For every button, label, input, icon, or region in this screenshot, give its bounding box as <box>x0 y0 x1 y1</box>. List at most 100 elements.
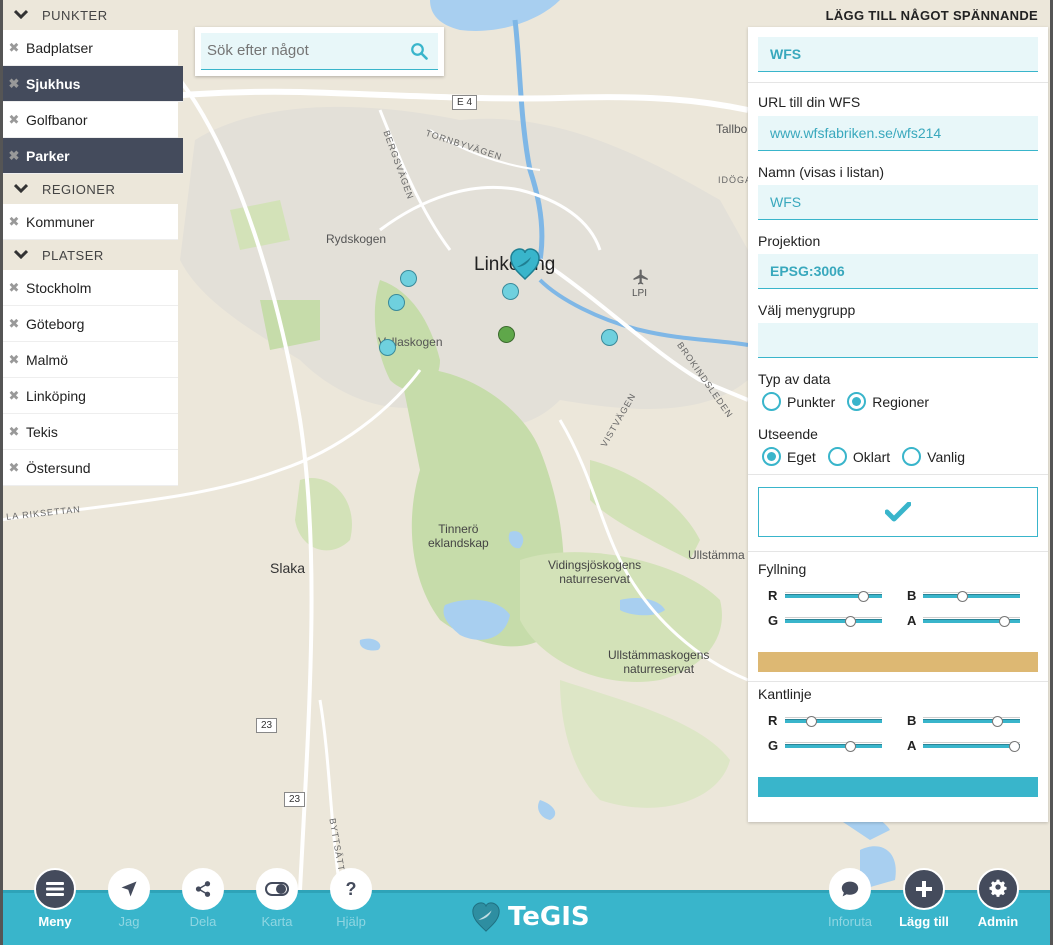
radio-label: Punkter <box>787 393 836 410</box>
map-marker[interactable] <box>388 294 405 311</box>
layer-item-badplatser[interactable]: ✖ Badplatser <box>0 30 178 66</box>
stroke-b-slider[interactable] <box>923 716 1020 727</box>
fill-a-knob[interactable] <box>999 616 1011 627</box>
admin-button[interactable]: Admin <box>963 868 1033 929</box>
remove-icon[interactable]: ✖ <box>2 388 26 404</box>
layer-item-parker[interactable]: ✖ Parker <box>0 138 183 174</box>
section-title: REGIONER <box>42 181 116 197</box>
fill-a-slider[interactable] <box>923 616 1020 627</box>
menu-button[interactable]: Meny <box>20 868 90 929</box>
section-header-regioner[interactable]: REGIONER <box>0 174 182 204</box>
layer-item-kommuner[interactable]: ✖ Kommuner <box>0 204 178 240</box>
name-field[interactable]: WFS <box>758 185 1038 220</box>
airport-icon <box>633 269 648 285</box>
section-header-punkter[interactable]: PUNKTER <box>0 0 182 30</box>
stroke-g-slider[interactable] <box>785 741 882 752</box>
my-location-button[interactable]: Jag <box>94 868 164 929</box>
place-item-linkoping[interactable]: ✖ Linköping <box>0 378 178 414</box>
place-label: Göteborg <box>26 315 85 332</box>
fill-g-slider[interactable] <box>785 616 882 627</box>
confirm-button[interactable] <box>758 487 1038 537</box>
layer-type-field[interactable]: WFS <box>758 37 1038 72</box>
location-heart-icon[interactable] <box>509 247 541 281</box>
bottom-toolbar: Meny Jag Dela Karta ? Hjälp TeGIS Inforu… <box>0 868 1053 945</box>
button-label: Dela <box>189 914 217 929</box>
projection-field[interactable]: EPSG:3006 <box>758 254 1038 289</box>
stroke-b-knob[interactable] <box>991 716 1003 727</box>
section-title: PUNKTER <box>42 7 108 23</box>
menugroup-field[interactable] <box>758 323 1038 358</box>
map-marker[interactable] <box>502 283 519 300</box>
place-label: Malmö <box>26 351 69 368</box>
datatype-radio-group: Punkter Regioner <box>762 392 941 411</box>
place-item-ostersund[interactable]: ✖ Östersund <box>0 450 178 486</box>
stroke-r-knob[interactable] <box>806 716 818 727</box>
map-toggle-button[interactable]: Karta <box>242 868 312 929</box>
place-item-malmo[interactable]: ✖ Malmö <box>0 342 178 378</box>
place-item-goteborg[interactable]: ✖ Göteborg <box>0 306 178 342</box>
layer-item-golfbanor[interactable]: ✖ Golfbanor <box>0 102 178 138</box>
radio-label: Vanlig <box>927 448 966 465</box>
button-label: Admin <box>977 914 1019 929</box>
add-button[interactable]: Lägg till <box>889 868 959 929</box>
stroke-color-preview <box>758 777 1038 797</box>
radio-punkter[interactable] <box>762 392 781 411</box>
remove-icon[interactable]: ✖ <box>2 112 26 128</box>
share-icon <box>195 881 211 897</box>
search-icon[interactable] <box>410 42 428 60</box>
fill-r-slider[interactable] <box>785 591 882 602</box>
radio-eget[interactable] <box>762 447 781 466</box>
place-label: Tekis <box>26 423 58 440</box>
fill-b-knob[interactable] <box>956 591 968 602</box>
section-header-platser[interactable]: PLATSER <box>0 240 182 270</box>
fill-g-label: G <box>768 613 779 628</box>
radio-vanlig[interactable] <box>902 447 922 466</box>
map-marker[interactable] <box>379 339 396 356</box>
stroke-r-label: R <box>768 713 778 728</box>
layer-label: Badplatser <box>26 39 93 56</box>
road-shield-23: 23 <box>284 792 306 807</box>
place-label: Östersund <box>26 459 91 476</box>
speech-bubble-icon <box>841 881 859 897</box>
appearance-radio-group: Eget Oklart Vanlig <box>762 447 977 466</box>
place-item-stockholm[interactable]: ✖ Stockholm <box>0 270 178 306</box>
layer-item-sjukhus[interactable]: ✖ Sjukhus <box>0 66 183 102</box>
remove-icon[interactable]: ✖ <box>2 280 26 296</box>
place-item-tekis[interactable]: ✖ Tekis <box>0 414 178 450</box>
radio-oklart[interactable] <box>827 447 847 466</box>
radio-regioner[interactable] <box>847 392 867 411</box>
stroke-r-slider[interactable] <box>785 716 882 727</box>
stroke-a-knob[interactable] <box>1009 741 1021 752</box>
map-marker[interactable] <box>601 329 618 346</box>
stroke-g-knob[interactable] <box>844 741 856 752</box>
button-label: Inforuta <box>827 914 873 929</box>
help-button[interactable]: ? Hjälp <box>316 868 386 929</box>
remove-icon[interactable]: ✖ <box>2 148 26 164</box>
remove-icon[interactable]: ✖ <box>2 76 26 92</box>
map-marker[interactable] <box>400 270 417 287</box>
location-arrow-icon <box>121 881 137 897</box>
radio-label: Regioner <box>872 393 930 410</box>
map-label-tallboda: Tallbo <box>716 122 748 136</box>
remove-icon[interactable]: ✖ <box>2 460 26 476</box>
search-input[interactable] <box>201 33 401 67</box>
fill-b-slider[interactable] <box>923 591 1020 602</box>
fill-r-knob[interactable] <box>857 591 869 602</box>
share-button[interactable]: Dela <box>168 868 238 929</box>
remove-icon[interactable]: ✖ <box>2 214 26 230</box>
stroke-a-label: A <box>907 738 917 753</box>
map-label-ullstamma-nr: Ullstämmaskogens naturreservat <box>608 648 710 676</box>
button-label: Jag <box>118 914 140 929</box>
fill-g-knob[interactable] <box>844 616 856 627</box>
remove-icon[interactable]: ✖ <box>2 40 26 56</box>
infobox-button[interactable]: Inforuta <box>815 868 885 929</box>
url-field[interactable]: www.wfsfabriken.se/wfs214 <box>758 116 1038 151</box>
map-marker[interactable] <box>498 326 515 343</box>
stroke-a-slider[interactable] <box>923 741 1021 752</box>
remove-icon[interactable]: ✖ <box>2 424 26 440</box>
menu-icon <box>46 882 64 896</box>
radio-label: Eget <box>787 448 816 465</box>
remove-icon[interactable]: ✖ <box>2 316 26 332</box>
remove-icon[interactable]: ✖ <box>2 352 26 368</box>
toggle-icon <box>265 882 289 896</box>
